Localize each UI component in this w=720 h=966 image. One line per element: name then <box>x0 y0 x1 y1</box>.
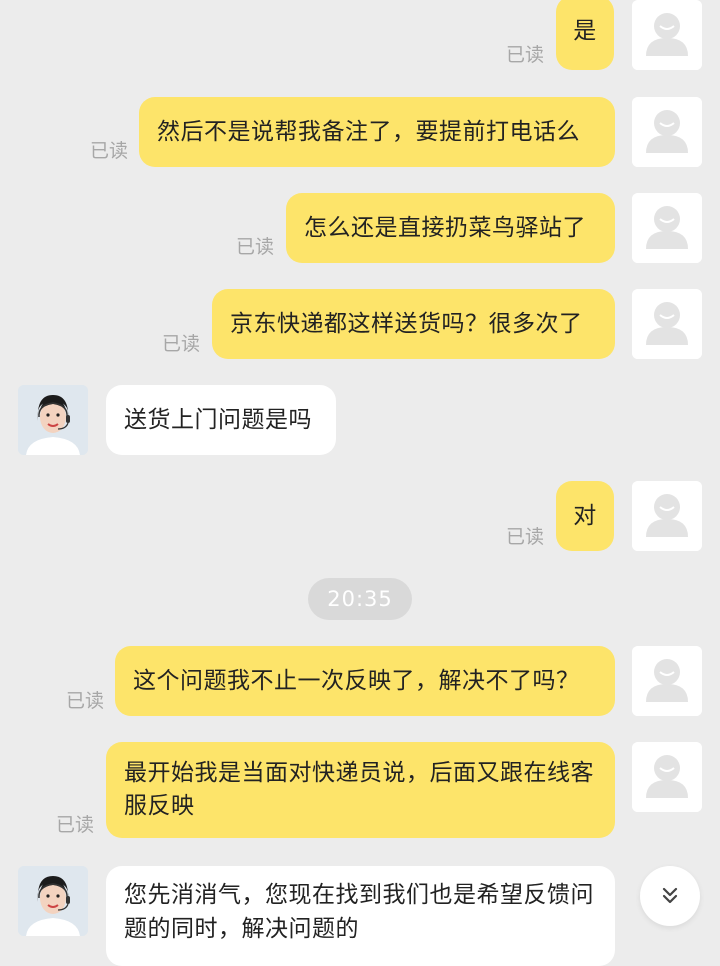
agent-avatar[interactable] <box>18 866 88 936</box>
agent-avatar[interactable] <box>18 385 88 455</box>
message-bubble-sent[interactable]: 最开始我是当面对快递员说，后面又跟在线客服反映 <box>106 742 615 838</box>
chat-conversation: 已读 是 已读 然后不是说帮我备注了，要提前打电话么 已读 怎么还是直接扔菜鸟驿… <box>0 0 720 966</box>
double-chevron-down-icon <box>662 887 678 904</box>
user-avatar-icon[interactable] <box>632 97 702 167</box>
user-avatar-icon[interactable] <box>632 481 702 551</box>
read-status: 已读 <box>66 690 105 712</box>
read-status: 已读 <box>90 140 129 162</box>
read-status: 已读 <box>506 44 545 66</box>
message-bubble-sent[interactable]: 这个问题我不止一次反映了，解决不了吗？ <box>115 646 615 716</box>
read-status: 已读 <box>506 526 545 548</box>
read-status: 已读 <box>56 814 95 836</box>
message-bubble-received[interactable]: 您先消消气，您现在找到我们也是希望反馈问题的同时，解决问题的 <box>106 866 615 966</box>
scroll-to-bottom-button[interactable] <box>640 866 700 926</box>
user-avatar-icon[interactable] <box>632 0 702 70</box>
message-bubble-sent[interactable]: 是 <box>556 0 614 70</box>
message-bubble-sent[interactable]: 京东快递都这样送货吗？很多次了 <box>212 289 615 359</box>
message-bubble-sent[interactable]: 然后不是说帮我备注了，要提前打电话么 <box>139 97 615 167</box>
user-avatar-icon[interactable] <box>632 289 702 359</box>
timestamp-label: 20:35 <box>308 578 412 620</box>
user-avatar-icon[interactable] <box>632 742 702 812</box>
read-status: 已读 <box>162 333 201 355</box>
user-avatar-icon[interactable] <box>632 646 702 716</box>
message-bubble-received[interactable]: 送货上门问题是吗 <box>106 385 336 455</box>
user-avatar-icon[interactable] <box>632 193 702 263</box>
message-bubble-sent[interactable]: 怎么还是直接扔菜鸟驿站了 <box>286 193 615 263</box>
read-status: 已读 <box>236 236 275 258</box>
message-bubble-sent[interactable]: 对 <box>556 481 614 551</box>
